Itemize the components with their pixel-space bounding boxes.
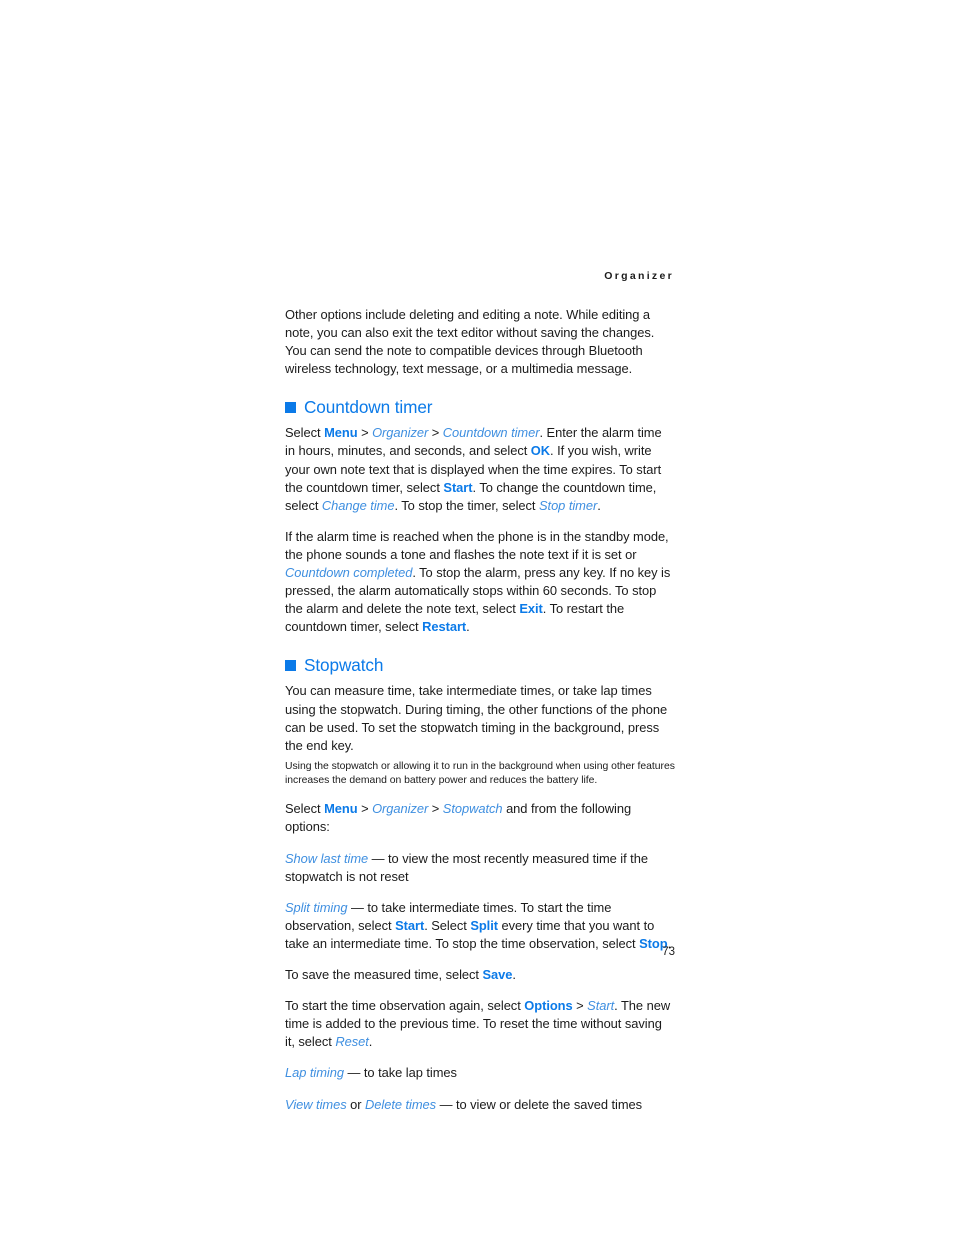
blue-square-bullet-icon [285, 402, 296, 414]
section-heading-stopwatch: Stopwatch [285, 655, 675, 676]
ui-command-options: Options [524, 998, 573, 1014]
menu-item-organizer: Organizer [372, 425, 429, 441]
ui-command-exit: Exit [519, 601, 543, 617]
menu-item-delete-times: Delete times [365, 1096, 437, 1112]
option-split-timing: Split timing — to take intermediate time… [285, 899, 675, 953]
separator: > [428, 425, 443, 441]
stopwatch-select-line: Select Menu > Organizer > Stopwatch and … [285, 800, 675, 836]
running-head: Organizer [604, 270, 674, 282]
section-heading-label: Stopwatch [304, 655, 384, 676]
menu-item-stop-timer: Stop timer [538, 497, 598, 513]
ui-command-save: Save [482, 967, 513, 983]
ui-command-start: Start [443, 479, 473, 495]
menu-item-view-times: View times [285, 1096, 347, 1112]
section-heading-countdown-timer: Countdown timer [285, 397, 675, 418]
countdown-paragraph-2: If the alarm time is reached when the ph… [285, 528, 675, 637]
text-run: . Select [424, 917, 471, 933]
menu-item-show-last-time: Show last time [285, 850, 369, 866]
text-run: . [512, 967, 516, 983]
countdown-paragraph-1: Select Menu > Organizer > Countdown time… [285, 424, 675, 514]
text-run: . [368, 1034, 373, 1050]
menu-item-reset: Reset [335, 1034, 369, 1050]
option-show-last-time: Show last time — to view the most recent… [285, 850, 675, 886]
menu-item-start: Start [587, 998, 615, 1014]
option-lap-timing: Lap timing — to take lap times [285, 1064, 675, 1082]
menu-item-organizer: Organizer [372, 801, 429, 817]
ui-command-split: Split [470, 917, 498, 933]
text-run: . To stop the timer, select [394, 497, 539, 513]
text-run: — to view or delete the saved times [436, 1096, 643, 1112]
text-run: To save the measured time, select [285, 967, 483, 983]
ui-command-menu: Menu [324, 425, 358, 441]
option-view-delete-times: View times or Delete times — to view or … [285, 1096, 675, 1114]
ui-command-start: Start [395, 917, 425, 933]
section-heading-label: Countdown timer [304, 397, 433, 418]
stopwatch-save-line: To save the measured time, select Save. [285, 966, 675, 984]
ui-command-menu: Menu [324, 801, 358, 817]
text-run: — to take lap times [343, 1065, 457, 1081]
page-number: 73 [662, 946, 675, 958]
menu-item-lap-timing: Lap timing [285, 1065, 344, 1081]
ui-command-restart: Restart [422, 619, 467, 635]
text-run: Select [285, 425, 325, 441]
ui-command-ok: OK [530, 443, 551, 459]
text-run: To start the time observation again, sel… [285, 998, 525, 1014]
text-run: . [466, 619, 470, 635]
separator: > [428, 801, 443, 817]
blue-square-bullet-icon [285, 660, 296, 672]
document-page: Organizer Other options include deleting… [0, 0, 954, 1235]
stopwatch-paragraph-1: You can measure time, take intermediate … [285, 683, 668, 753]
stopwatch-battery-note: Using the stopwatch or allowing it to ru… [285, 760, 675, 787]
intro-paragraph: Other options include deleting and editi… [285, 307, 655, 377]
page-content: Organizer Other options include deleting… [285, 270, 675, 1127]
separator: > [357, 425, 373, 441]
separator: > [357, 801, 373, 817]
text-run: If the alarm time is reached when the ph… [285, 528, 669, 562]
menu-item-countdown-timer: Countdown timer [442, 425, 540, 441]
menu-item-countdown-completed: Countdown completed [285, 565, 413, 581]
text-run: or [346, 1096, 366, 1112]
menu-item-stopwatch: Stopwatch [442, 801, 503, 817]
menu-item-change-time: Change time [321, 497, 395, 513]
separator: > [572, 998, 588, 1014]
menu-item-split-timing: Split timing [285, 899, 348, 915]
text-run: . [597, 497, 601, 513]
text-run: Select [285, 801, 325, 817]
stopwatch-restart-line: To start the time observation again, sel… [285, 997, 675, 1051]
